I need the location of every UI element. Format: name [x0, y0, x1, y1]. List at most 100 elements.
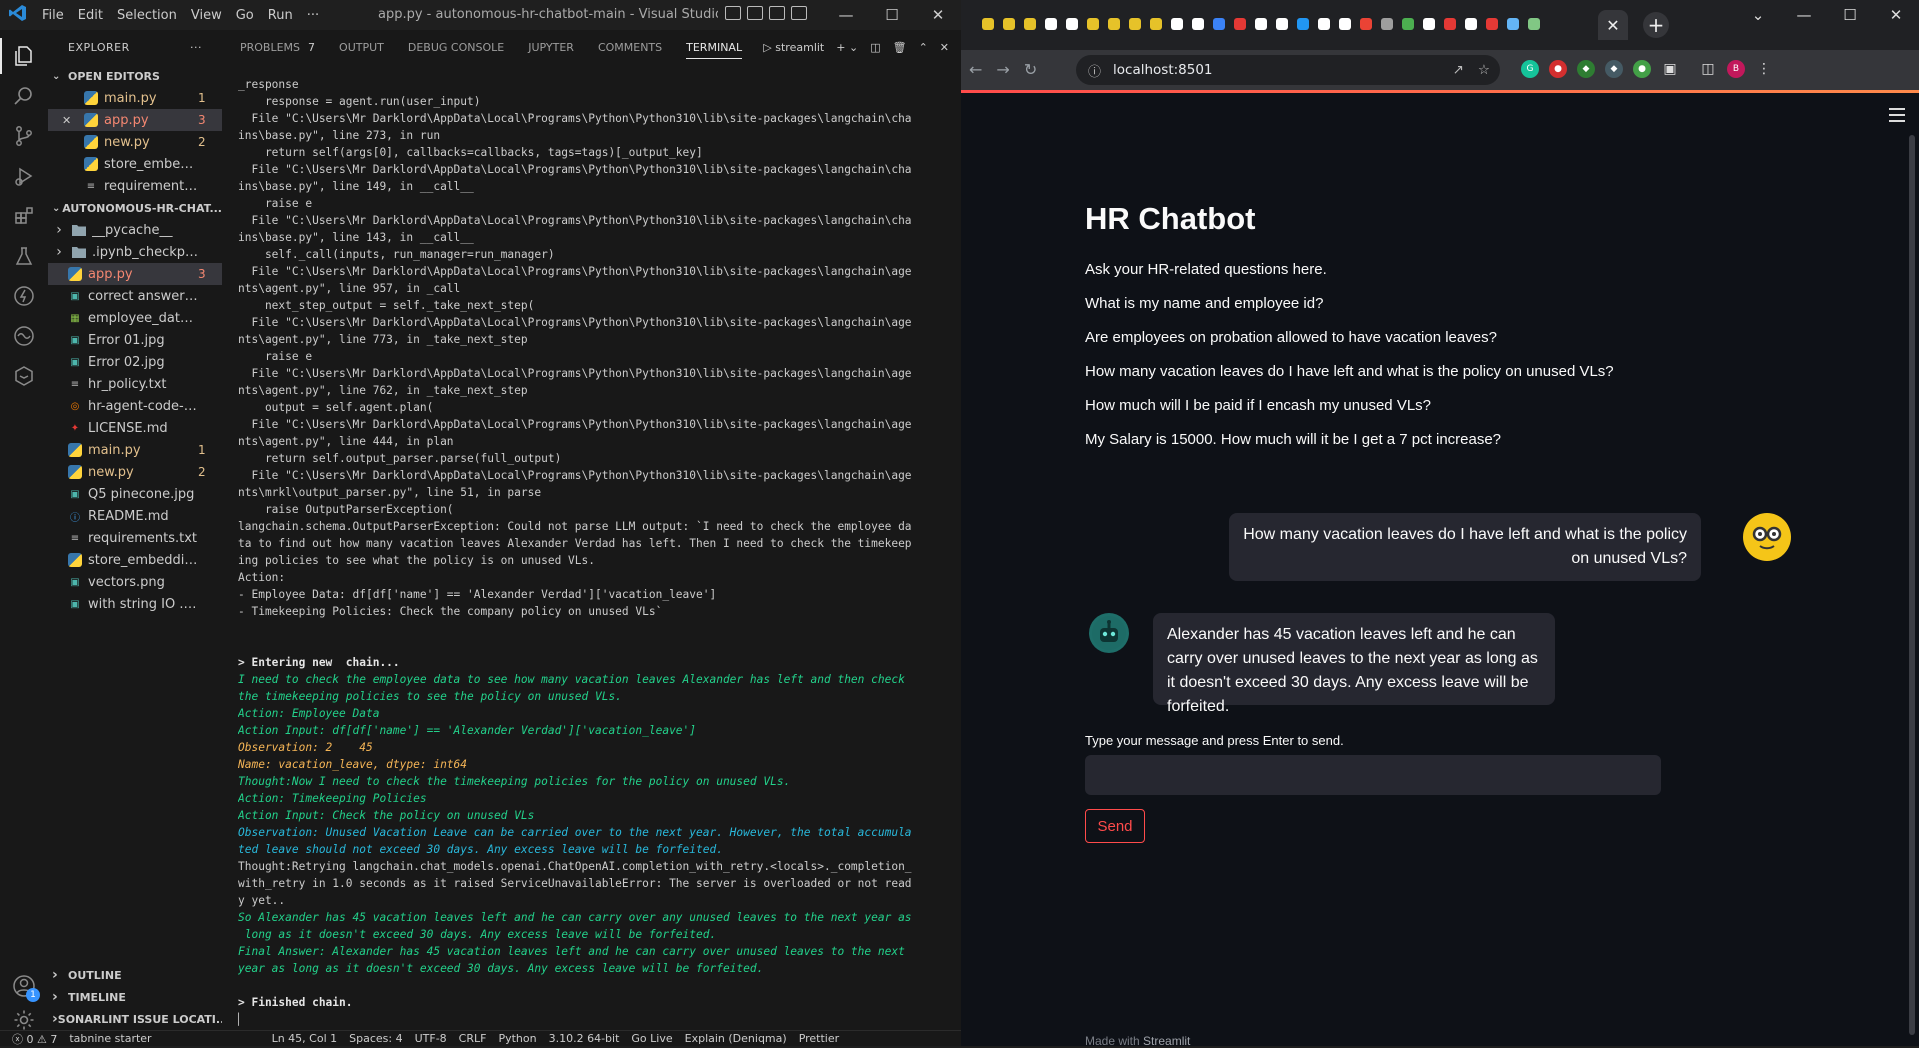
sidebar-section[interactable]: › TIMELINE [48, 986, 222, 1008]
pinned-tab-favicon[interactable] [1315, 15, 1333, 33]
pinned-tab-favicon[interactable] [1420, 15, 1438, 33]
menu-item[interactable]: Run [268, 8, 293, 23]
pinned-tab-favicon[interactable] [1210, 15, 1228, 33]
file-item[interactable]: store_embedding... [48, 549, 222, 571]
minimize-icon[interactable]: — [1781, 0, 1827, 30]
pinned-tab-favicon[interactable] [1042, 15, 1060, 33]
extension-red-icon[interactable]: ● [1549, 60, 1567, 78]
pinned-tab-favicon[interactable] [1273, 15, 1291, 33]
extension-leaf-icon[interactable]: ● [1633, 60, 1651, 78]
pinned-tab-favicon[interactable] [1399, 15, 1417, 33]
tabnine-status[interactable]: tabnine starter [69, 1032, 151, 1045]
interpreter-status[interactable]: 3.10.2 64-bit [549, 1032, 620, 1045]
indentation-status[interactable]: Spaces: 4 [349, 1032, 402, 1045]
file-item[interactable]: ≡ requirements.txt [48, 527, 222, 549]
pinned-tab-favicon[interactable] [1231, 15, 1249, 33]
back-icon[interactable]: ← [969, 60, 982, 79]
eol-status[interactable]: CRLF [459, 1032, 487, 1045]
language-status[interactable]: Python [498, 1032, 536, 1045]
file-item[interactable]: ▣ correct answer 01.... [48, 285, 222, 307]
terminal-output[interactable]: _response response = agent.run(user_inpu… [238, 76, 960, 1028]
jupyter-icon[interactable] [10, 362, 38, 390]
split-terminal-icon[interactable]: ◫ [870, 41, 880, 54]
pinned-tab-favicon[interactable] [1441, 15, 1459, 33]
forward-icon[interactable]: → [996, 60, 1009, 79]
close-panel-icon[interactable]: ✕ [940, 41, 949, 54]
pinned-tab-favicon[interactable] [1168, 15, 1186, 33]
sidebar-section[interactable]: › SONARLINT ISSUE LOCATI... [48, 1008, 222, 1030]
bookmark-star-icon[interactable]: ☆ [1478, 62, 1490, 78]
file-item[interactable]: ▣ with string IO .jpg [48, 593, 222, 615]
extension-green-icon[interactable]: ◆ [1577, 60, 1595, 78]
pinned-tab-favicon[interactable] [1294, 15, 1312, 33]
open-editors-section[interactable]: ⌄ OPEN EDITORS [48, 65, 222, 87]
pinned-tab-favicon[interactable] [1462, 15, 1480, 33]
menu-item[interactable]: Edit [78, 8, 103, 23]
tab-debug-console[interactable]: DEBUG CONSOLE [408, 30, 504, 65]
pinned-tab-favicon[interactable] [1084, 15, 1102, 33]
side-panel-icon[interactable]: ◫ [1699, 60, 1717, 78]
profile-avatar[interactable]: B [1727, 60, 1745, 78]
pinned-tab-favicon[interactable] [1504, 15, 1522, 33]
chat-input[interactable] [1085, 755, 1661, 795]
share-icon[interactable]: ↗ [1453, 62, 1464, 78]
file-item[interactable]: app.py 3 ✕ [48, 109, 222, 131]
menu-item[interactable]: Go [236, 8, 254, 23]
file-item[interactable]: ▣ Error 01.jpg [48, 329, 222, 351]
pinned-tab-favicon[interactable] [1525, 15, 1543, 33]
pinned-tab-favicon[interactable] [1105, 15, 1123, 33]
file-item[interactable]: new.py 2 [48, 461, 222, 483]
file-item[interactable]: ▣ Error 02.jpg [48, 351, 222, 373]
go-live-status[interactable]: Go Live [631, 1032, 672, 1045]
browser-menu-icon[interactable]: ⋮ [1755, 60, 1773, 78]
file-item[interactable]: ▣ vectors.png [48, 571, 222, 593]
prettier-status[interactable]: Prettier [799, 1032, 839, 1045]
cursor-position[interactable]: Ln 45, Col 1 [272, 1032, 338, 1045]
address-bar[interactable]: ⓘ localhost:8501 ↗ ☆ [1076, 55, 1500, 85]
maximize-icon[interactable]: ☐ [1827, 0, 1873, 30]
problems-status[interactable]: ⓧ 0 ⚠ 7 [12, 1031, 57, 1047]
close-icon[interactable]: ✕ [915, 0, 961, 30]
file-item[interactable]: ▣ Q5 pinecone.jpg [48, 483, 222, 505]
file-item[interactable]: ◎ hr-agent-code-az... [48, 395, 222, 417]
toggle-panel-icon[interactable] [747, 6, 763, 20]
new-terminal-icon[interactable]: + ⌄ [836, 41, 858, 54]
pinned-tab-favicon[interactable] [1378, 15, 1396, 33]
site-info-icon[interactable]: ⓘ [1088, 61, 1101, 80]
maximize-icon[interactable]: ☐ [869, 0, 915, 30]
menu-item[interactable]: Selection [117, 8, 177, 23]
accounts-icon[interactable]: 1 [10, 972, 40, 1002]
menu-item[interactable]: ··· [307, 8, 319, 23]
hamburger-menu-icon[interactable] [1889, 108, 1905, 122]
tab-problems[interactable]: PROBLEMS 7 [240, 30, 315, 65]
pinned-tab-favicon[interactable] [1021, 15, 1039, 33]
file-item[interactable]: store_embeddin... [48, 153, 222, 175]
project-folder-section[interactable]: ⌄ AUTONOMOUS-HR-CHAT... [48, 197, 222, 219]
encoding-status[interactable]: UTF-8 [415, 1032, 447, 1045]
extension-gray-icon[interactable]: ◆ [1605, 60, 1623, 78]
active-tab-close-icon[interactable]: ✕ [1598, 10, 1628, 40]
toggle-sidebar-icon[interactable] [725, 6, 741, 20]
more-actions-icon[interactable]: ··· [190, 41, 202, 54]
close-editor-icon[interactable]: ✕ [62, 114, 71, 127]
explain-status[interactable]: Explain (Deniqma) [685, 1032, 787, 1045]
pinned-tab-favicon[interactable] [1336, 15, 1354, 33]
pinned-tab-favicon[interactable] [979, 15, 997, 33]
menu-item[interactable]: View [191, 8, 222, 23]
file-item[interactable]: app.py 3 [48, 263, 222, 285]
file-item[interactable]: main.py 1 [48, 87, 222, 109]
pinned-tab-favicon[interactable] [1147, 15, 1165, 33]
tab-comments[interactable]: COMMENTS [598, 30, 662, 65]
terminal-instance[interactable]: ▷ streamlit [763, 41, 824, 54]
thunder-client-icon[interactable] [10, 282, 38, 310]
minimize-icon[interactable]: — [823, 0, 869, 30]
testing-icon[interactable] [10, 242, 38, 270]
toggle-secondary-sidebar-icon[interactable] [769, 6, 785, 20]
tab-jupyter[interactable]: JUPYTER [528, 30, 574, 65]
close-icon[interactable]: ✕ [1873, 0, 1919, 30]
pinned-tab-favicon[interactable] [1000, 15, 1018, 33]
pinned-tab-favicon[interactable] [1357, 15, 1375, 33]
extensions-puzzle-icon[interactable]: ▣ [1661, 60, 1679, 78]
file-item[interactable]: ✦ LICENSE.md [48, 417, 222, 439]
file-item[interactable]: ≡ requirements.txt [48, 175, 222, 197]
